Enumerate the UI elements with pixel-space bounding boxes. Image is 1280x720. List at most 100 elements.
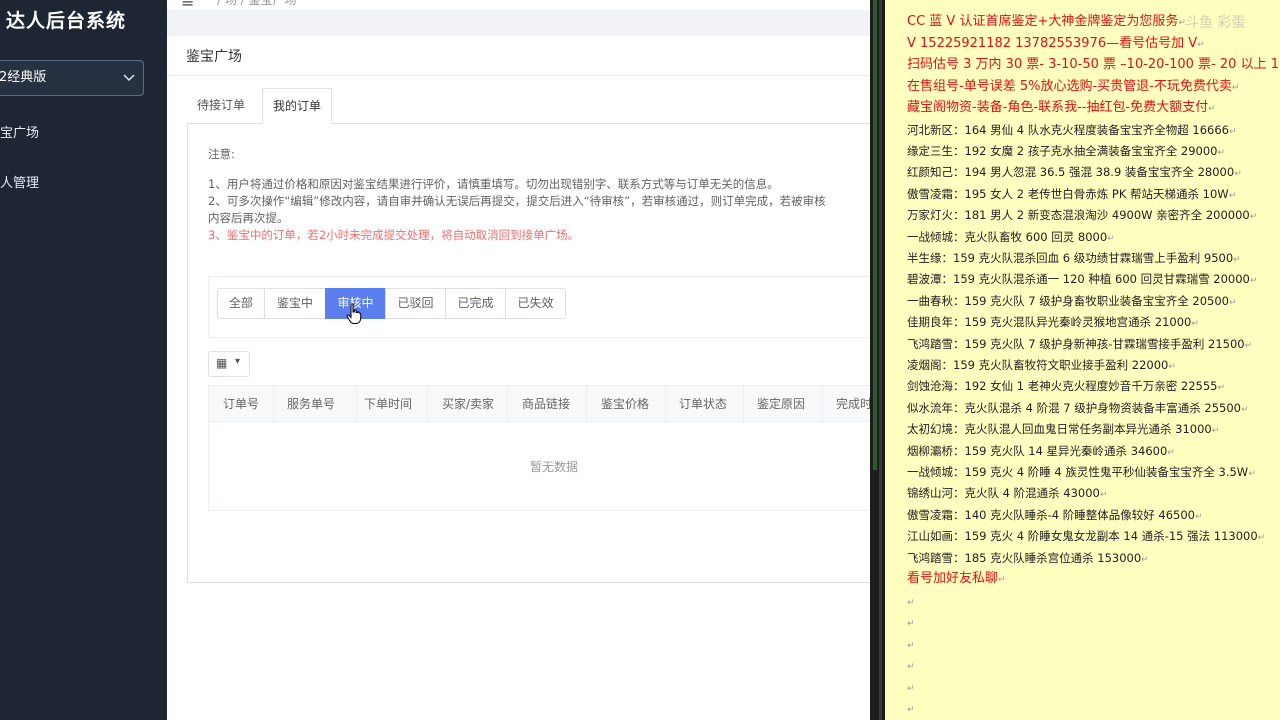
col-buyer-seller[interactable]: 买家/卖家	[428, 386, 508, 422]
tab-pending-orders[interactable]: 待接订单	[187, 88, 255, 124]
paragraph-mark-icon: ↵	[907, 597, 915, 608]
doc-line-text: 飞鸿踏雪：159 克火队 7 级护身新神孩-甘霖瑞雪接手盈利 21500	[907, 336, 1245, 351]
doc-listing-line: 江山如画：159 克火 4 阶睡女鬼女龙副本 14 通杀-15 强法 11300…	[907, 528, 1265, 546]
doc-line-text: 太初幻境：克火队混人回血鬼日常任务副本异光通杀 31000	[907, 422, 1212, 437]
doc-line-text: 傲雪凌霜：140 克火队睡杀-4 阶睡整体品像较好 46500	[907, 507, 1195, 522]
doc-empty-line: ↵	[907, 614, 915, 632]
doc-listing-line: 傲雪凌霜：140 克火队睡杀-4 阶睡整体品像较好 46500↵	[907, 507, 1203, 525]
doc-line-text: CC 蓝 V 认证首席鉴定+大神金牌鉴定为您服务	[907, 14, 1179, 29]
doc-line-text: 凌烟阁：159 克火队畜牧符文职业接手盈利 22000	[907, 357, 1169, 372]
filter-expired-button[interactable]: 已失效	[505, 288, 566, 319]
paragraph-mark-icon: ↵	[907, 619, 915, 630]
paragraph-mark-icon: ↵	[1228, 126, 1237, 137]
doc-listing-line: 一战倾城：克火队畜牧 600 回灵 8000↵	[907, 229, 1115, 247]
doc-line-text: 半生缘：159 克火队混杀回血 6 级功绩甘霖瑞雪上手盈利 9500	[907, 250, 1234, 265]
filter-appraising-button[interactable]: 鉴宝中	[264, 288, 326, 319]
col-order-status[interactable]: 订单状态	[665, 386, 744, 422]
doc-listing-line: 锦绣山河：克火队 4 阶混通杀 43000↵	[907, 485, 1107, 503]
doc-line-text: V 15225921182 13782553976—看号估号加 V	[907, 35, 1198, 51]
doc-listing-line: 飞鸿踏雪：185 克火队睡杀宫位通杀 153000↵	[907, 550, 1149, 568]
grid-icon: ▦	[216, 356, 228, 370]
table-header-row: 订单号 服务单号 下单时间 买家/卖家 商品链接 鉴宝价格 订单状态 鉴定原因 …	[209, 386, 897, 422]
stream-watermark: 斗鱼 彩蛋	[1185, 15, 1246, 31]
doc-listing-line: 烟柳灞桥：159 克火队 14 星异光秦岭通杀 34600↵	[907, 443, 1175, 461]
doc-line-text: 烟柳灞桥：159 克火队 14 星异光秦岭通杀 34600	[907, 443, 1168, 458]
divider-stripe	[879, 0, 882, 720]
doc-line-text: 江山如画：159 克火 4 阶睡女鬼女龙副本 14 通杀-15 强法 11300…	[907, 529, 1258, 544]
doc-listing-line: 缘定三生：192 女魔 2 孩子克水抽全满装备宝宝齐全 29000↵	[907, 143, 1225, 161]
divider-stripe	[873, 0, 877, 470]
orders-table: 订单号 服务单号 下单时间 买家/卖家 商品链接 鉴宝价格 订单状态 鉴定原因 …	[208, 385, 898, 511]
doc-header-line: 扫码估号 3 万内 30 票- 3-10-50 票 –10-20-100 票- …	[907, 57, 1280, 74]
paragraph-mark-icon: ↵	[1217, 147, 1226, 158]
doc-header-line: 藏宝阁物资-装备-角色-联系我--抽红包-免费大额支付↵	[907, 100, 1216, 117]
paragraph-mark-icon: ↵	[907, 640, 915, 651]
version-select-value: 2经典版	[0, 70, 47, 85]
doc-empty-line: ↵	[907, 679, 915, 697]
paragraph-mark-icon: ↵	[1241, 404, 1249, 415]
doc-line-text: 碧波潭：159 克火队混杀通一 120 种植 600 回灵甘霖瑞雪 20000	[907, 272, 1250, 287]
status-filter-group: 全部 鉴宝中 审核中 已驳回 已完成 已失效	[208, 276, 898, 338]
doc-listing-line: 剑蚀沧海：192 女仙 1 老神火克火程度妙音千万亲密 22555↵	[907, 378, 1225, 396]
tab-panel-my-orders: 注意: 1、用户将通过价格和原因对鉴宝结果进行评价，请慎重填写。切勿出现错别字、…	[187, 123, 898, 583]
doc-line-text: 看号加好友私聊	[907, 570, 999, 586]
paragraph-mark-icon: ↵	[1194, 511, 1203, 522]
doc-listing-line: 碧波潭：159 克火队混杀通一 120 种植 600 回灵甘霖瑞雪 20000↵	[907, 271, 1257, 289]
filter-all-button[interactable]: 全部	[217, 288, 265, 319]
column-settings-button[interactable]: ▦ ▾	[208, 351, 250, 377]
doc-empty-line: ↵	[907, 657, 915, 675]
doc-line-text: 一战倾城：克火队畜牧 600 回灵 8000	[907, 229, 1108, 244]
doc-line-text: 锦绣山河：克火队 4 阶混通杀 43000	[907, 486, 1100, 501]
paragraph-mark-icon: ↵	[1231, 82, 1240, 93]
paragraph-mark-icon: ↵	[1099, 490, 1108, 501]
doc-empty-line: ↵	[907, 636, 915, 654]
paragraph-mark-icon: ↵	[1217, 383, 1226, 394]
sidebar-item-appraisal-plaza[interactable]: 宝广场	[0, 122, 39, 141]
paragraph-mark-icon: ↵	[1208, 104, 1216, 114]
doc-line-text: 傲雪凌霜：195 女人 2 老传世白骨赤炼 PK 帮站天梯通杀 10W	[907, 186, 1229, 201]
filter-completed-button[interactable]: 已完成	[445, 288, 506, 319]
filter-rejected-button[interactable]: 已驳回	[385, 288, 446, 319]
top-navbar: ≡ / 场 / 鉴宝广场	[167, 0, 870, 10]
menu-toggle-icon[interactable]: ≡	[181, 0, 194, 10]
doc-line-text: 藏宝阁物资-装备-角色-联系我--抽红包-免费大额支付	[907, 100, 1209, 115]
notice-line-3: 3、鉴宝中的订单，若2小时未完成提交处理，将自动取消回到接单广场。	[208, 228, 580, 242]
empty-state-text: 暂无数据	[529, 460, 578, 474]
doc-header-line: V 15225921182 13782553976—看号估号加 V↵	[907, 36, 1205, 53]
doc-listing-line: 半生缘：159 克火队混杀回血 6 级功绩甘霖瑞雪上手盈利 9500↵	[907, 250, 1241, 268]
version-select[interactable]: 2经典版	[0, 60, 144, 96]
doc-listing-line: 万家灯火：181 男人 2 新变态混浪淘沙 4900W 亲密齐全 200000↵	[907, 207, 1257, 225]
doc-listing-line: 似水流年：克火队混杀 4 阶混 7 级护身物资装备丰富通杀 25500↵	[907, 400, 1249, 418]
col-product-link[interactable]: 商品链接	[508, 386, 587, 422]
paragraph-mark-icon: ↵	[1168, 361, 1176, 372]
paragraph-mark-icon: ↵	[1191, 319, 1199, 330]
paragraph-mark-icon: ↵	[907, 683, 915, 694]
col-order-no[interactable]: 订单号	[209, 386, 274, 422]
doc-line-text: 似水流年：克火队混杀 4 阶混 7 级护身物资装备丰富通杀 25500	[907, 400, 1241, 415]
content-card: 待接订单 我的订单 注意: 1、用户将通过价格和原因对鉴宝结果进行评价，请慎重填…	[167, 76, 898, 720]
doc-line-text: 缘定三生：192 女魔 2 孩子克水抽全满装备宝宝齐全 29000	[907, 143, 1218, 158]
window-divider	[870, 0, 885, 720]
hand-cursor-icon	[346, 303, 362, 324]
paragraph-mark-icon: ↵	[1107, 233, 1115, 244]
tab-my-orders[interactable]: 我的订单	[262, 88, 333, 124]
doc-line-text: 扫码估号 3 万内 30 票- 3-10-50 票 –10-20-100 票- …	[907, 57, 1280, 72]
col-appraisal-price[interactable]: 鉴宝价格	[587, 386, 666, 422]
col-order-time[interactable]: 下单时间	[350, 386, 428, 422]
sidebar-item-label: 人管理	[0, 176, 40, 191]
doc-listing-line: 傲雪凌霜：195 女人 2 老传世白骨赤炼 PK 帮站天梯通杀 10W↵	[907, 186, 1236, 204]
notice-block: 注意: 1、用户将通过价格和原因对鉴宝结果进行评价，请慎重填写。切勿出现错别字、…	[208, 146, 826, 244]
paragraph-mark-icon: ↵	[1141, 554, 1149, 565]
sidebar-item-label: 宝广场	[0, 126, 40, 141]
main-area: ≡ / 场 / 鉴宝广场 鉴宝广场 待接订单 我的订单 注意: 1、用户将通过价…	[167, 0, 898, 720]
paragraph-mark-icon: ↵	[1228, 297, 1237, 308]
screen: 达人后台系统 2经典版 宝广场 人管理 ≡ / 场 / 鉴宝广场 鉴宝广场 待接…	[0, 0, 1280, 720]
col-appraisal-reason[interactable]: 鉴定原因	[743, 386, 823, 422]
doc-listing-line: 太初幻境：克火队混人回血鬼日常任务副本异光通杀 31000↵	[907, 421, 1219, 439]
paragraph-mark-icon: ↵	[1178, 18, 1186, 28]
notice-line-1: 1、用户将通过价格和原因对鉴宝结果进行评价，请慎重填写。切勿出现错别字、联系方式…	[208, 177, 779, 191]
doc-header-line: 在售组号-单号误差 5%放心选购-买贵管退-不玩免费代卖↵	[907, 79, 1239, 96]
sidebar-item-expert-management[interactable]: 人管理	[0, 172, 39, 191]
col-service-no[interactable]: 服务单号	[273, 386, 357, 422]
listing-document: 斗鱼 彩蛋 CC 蓝 V 认证首席鉴定+大神金牌鉴定为您服务↵ V 1522592…	[885, 0, 1280, 720]
